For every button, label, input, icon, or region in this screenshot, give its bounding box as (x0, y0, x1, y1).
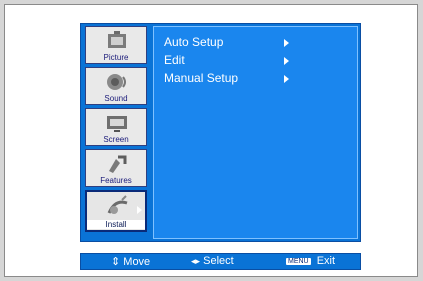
exit-hint[interactable]: MENU Exit (286, 255, 335, 267)
picture-icon (108, 31, 126, 48)
category-sidebar: Picture Sound Screen Features Install (83, 26, 151, 239)
sidebar-item-features[interactable]: Features (85, 149, 147, 187)
screen-icon (107, 116, 127, 132)
sidebar-item-label: Screen (103, 135, 129, 144)
sidebar-item-label: Sound (104, 94, 128, 103)
sidebar-item-label: Picture (103, 53, 129, 62)
menu-key-badge: MENU (286, 257, 311, 265)
chevron-right-icon (284, 57, 289, 65)
chevron-right-icon (284, 75, 289, 83)
select-hint: ◂▸ Select (191, 255, 234, 267)
submenu-panel: Auto Setup Edit Manual Setup (153, 26, 358, 239)
menu-item-edit[interactable]: Edit (164, 53, 185, 69)
menu-item-label: Auto Setup (164, 35, 224, 49)
move-label: Move (123, 256, 151, 268)
sidebar-item-picture[interactable]: Picture (85, 26, 147, 64)
menu-item-auto-setup[interactable]: Auto Setup (164, 35, 223, 51)
move-hint: ⇕ Move (111, 255, 150, 268)
left-right-arrow-icon: ◂▸ (191, 256, 201, 266)
help-bar: ⇕ Move ◂▸ Select MENU Exit (80, 253, 361, 270)
install-icon (107, 195, 128, 214)
exit-label: Exit (316, 255, 336, 267)
menu-item-label: Edit (164, 53, 185, 67)
features-icon (109, 155, 127, 173)
sidebar-item-install[interactable]: Install (85, 190, 147, 232)
selected-arrow-icon (137, 206, 142, 214)
sidebar-item-sound[interactable]: Sound (85, 67, 147, 105)
up-down-arrow-icon: ⇕ (111, 256, 121, 268)
sidebar-item-label: Install (87, 220, 145, 229)
tv-frame: Picture Sound Screen Features Install Au… (4, 4, 418, 277)
sound-icon (107, 74, 126, 90)
sidebar-item-screen[interactable]: Screen (85, 108, 147, 146)
chevron-right-icon (284, 39, 289, 47)
osd-menu-window: Picture Sound Screen Features Install Au… (80, 23, 361, 242)
sidebar-item-label: Features (100, 176, 132, 185)
menu-item-label: Manual Setup (164, 71, 239, 85)
menu-item-manual-setup[interactable]: Manual Setup (164, 71, 238, 87)
select-label: Select (203, 255, 234, 267)
